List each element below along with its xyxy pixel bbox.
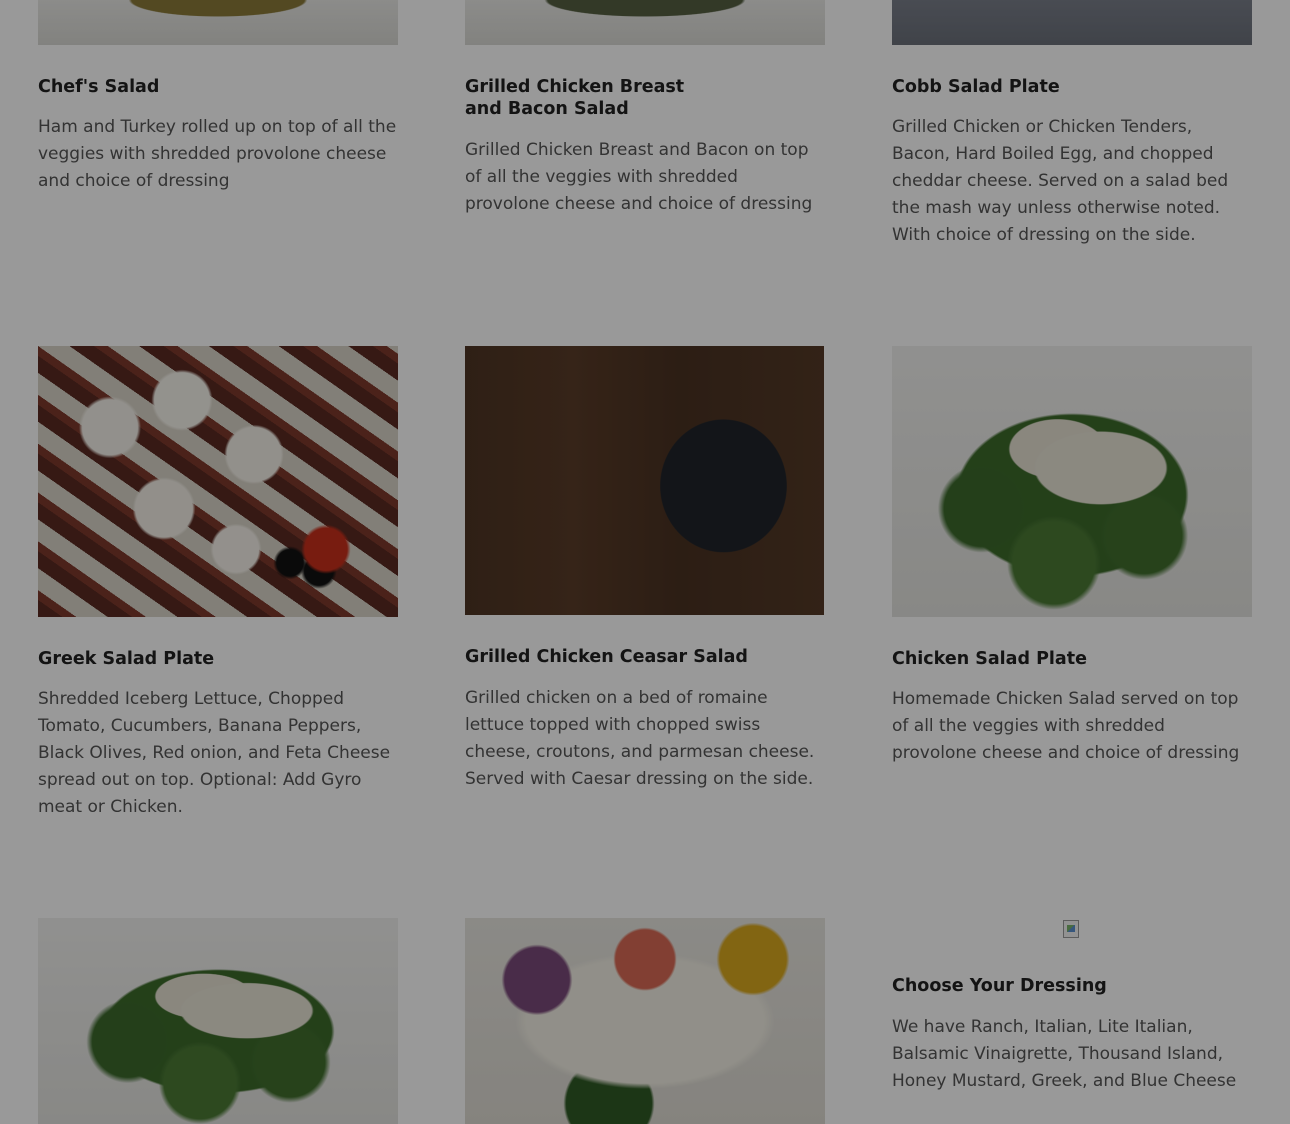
modal-overlay[interactable] xyxy=(0,0,1290,1124)
